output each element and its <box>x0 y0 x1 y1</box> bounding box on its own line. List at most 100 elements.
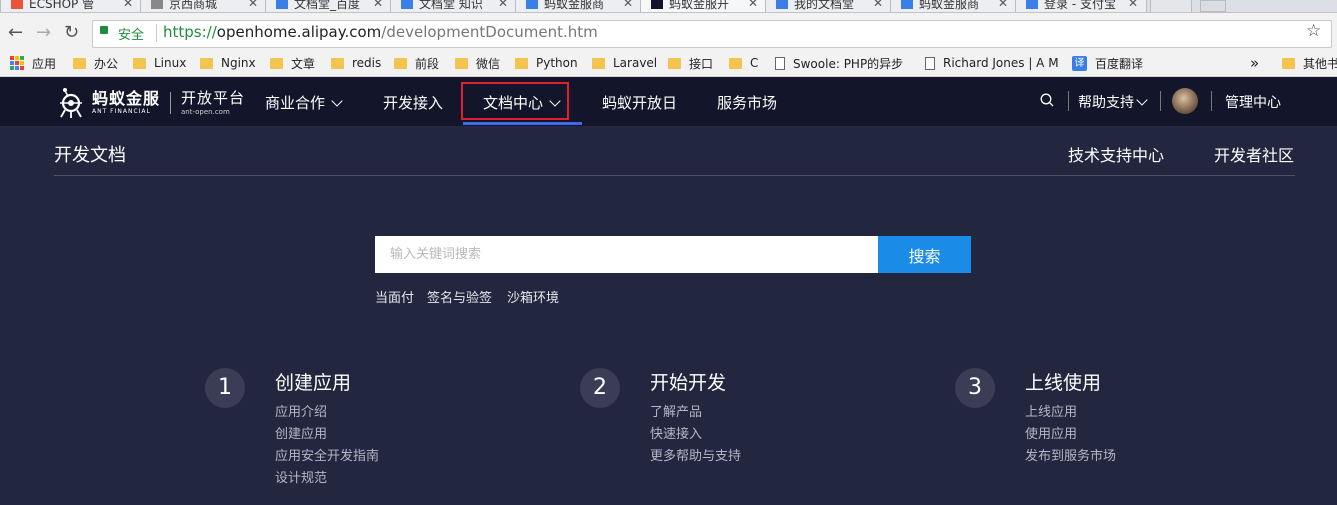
bookmark-label: 接口 <box>689 56 714 71</box>
url-text[interactable]: https://openhome.alipay.com/developmentD… <box>163 23 598 41</box>
tab-close-icon[interactable]: ✕ <box>248 0 258 10</box>
folder-icon <box>1282 57 1295 69</box>
other-bookmarks[interactable]: 其他书 <box>1282 54 1337 72</box>
step-number: 3 <box>955 368 995 408</box>
browser-tab[interactable]: ECSHOP 管 ✕ <box>0 0 142 12</box>
help-support-label: 帮助支持 <box>1078 95 1134 111</box>
browser-tab[interactable]: 蚂蚁金服商 ✕ <box>890 0 1017 12</box>
nav-item-business[interactable]: 商业合作 <box>265 92 343 113</box>
tab-close-icon[interactable]: ✕ <box>623 0 633 10</box>
bookmark-folder[interactable]: 文章 <box>270 54 315 72</box>
bookmark-label: C <box>750 56 759 70</box>
nav-item-dev-access[interactable]: 开发接入 <box>383 92 443 113</box>
bookmarks-bar: 应用 办公 Linux Nginx 文章 redis 前段 微信 Python … <box>0 50 1337 77</box>
bookmark-apps[interactable]: 应用 <box>10 54 56 72</box>
platform-name: 开放平台 ant-open.com <box>181 90 245 116</box>
folder-icon <box>592 57 605 69</box>
step-link[interactable]: 创建应用 <box>275 423 327 442</box>
browser-tab[interactable]: 文档堂_百度 ✕ <box>265 0 392 12</box>
tab-favicon <box>401 0 413 9</box>
reload-icon[interactable]: ↻ <box>64 22 79 43</box>
bookmark-star-icon[interactable]: ☆ <box>1306 21 1321 41</box>
tab-favicon <box>276 0 288 9</box>
avatar[interactable] <box>1172 88 1198 114</box>
tab-label: 我的文档堂 <box>794 0 855 11</box>
bookmark-folder[interactable]: Python <box>515 54 578 72</box>
bookmark-folder[interactable]: 接口 <box>668 54 713 72</box>
step-number: 2 <box>580 368 620 408</box>
step-link[interactable]: 应用介绍 <box>275 401 327 420</box>
hot-keyword-link[interactable]: 当面付 <box>375 287 414 306</box>
tab-close-icon[interactable]: ✕ <box>498 0 508 10</box>
browser-tab[interactable]: 蚂蚁金服商 ✕ <box>515 0 642 12</box>
bookmark-folder[interactable]: redis <box>331 54 381 72</box>
tab-label: 文档堂 知识 <box>419 0 483 11</box>
new-tab-button[interactable] <box>1150 0 1192 12</box>
forward-arrow-icon[interactable]: → <box>36 22 51 43</box>
hot-keyword-link[interactable]: 签名与验签 <box>427 287 492 306</box>
bookmark-page[interactable]: 译百度翻译 <box>1072 54 1143 72</box>
browser-tab-strip: ECSHOP 管 ✕ 京西商城 ✕ 文档堂_百度 ✕ 文档堂 知识 ✕ 蚂蚁金服商 ✕ 蚂… <box>0 0 1337 13</box>
admin-center-link[interactable]: 管理中心 <box>1225 92 1281 112</box>
browser-tab[interactable]: 文档堂 知识 ✕ <box>390 0 517 12</box>
bookmark-folder[interactable]: Laravel <box>592 54 657 72</box>
step-link[interactable]: 发布到服务市场 <box>1025 445 1116 464</box>
tab-close-icon[interactable]: ✕ <box>123 0 133 10</box>
hot-keyword-link[interactable]: 沙箱环境 <box>507 287 559 306</box>
nav-item-marketplace[interactable]: 服务市场 <box>717 92 777 113</box>
bookmark-folder[interactable]: Linux <box>133 54 186 72</box>
bookmark-folder[interactable]: 前段 <box>394 54 439 72</box>
bookmark-label: Swoole: PHP的异步 <box>793 56 904 71</box>
bookmark-page[interactable]: Richard Jones | A M <box>925 54 1059 72</box>
step-link[interactable]: 设计规范 <box>275 467 327 486</box>
nav-item-label: 商业合作 <box>265 94 326 112</box>
bookmark-label: Laravel <box>613 56 658 70</box>
bookmark-label: 微信 <box>476 56 501 71</box>
search-icon[interactable] <box>1040 93 1054 107</box>
browser-tab[interactable]: 登录 - 支付宝 ✕ <box>1015 0 1147 12</box>
step-link[interactable]: 快速接入 <box>650 423 702 442</box>
secure-label: 安全 <box>118 28 145 43</box>
tab-close-icon[interactable]: ✕ <box>1128 0 1138 10</box>
step-link[interactable]: 上线应用 <box>1025 401 1077 420</box>
step-link[interactable]: 了解产品 <box>650 401 702 420</box>
browser-tab[interactable]: 京西商城 ✕ <box>140 0 267 12</box>
logo-divider <box>170 92 172 114</box>
bookmark-folder[interactable]: Nginx <box>200 54 256 72</box>
tab-close-icon[interactable]: ✕ <box>998 0 1008 10</box>
tab-favicon <box>776 0 788 9</box>
step-link[interactable]: 使用应用 <box>1025 423 1077 442</box>
bookmark-page[interactable]: Swoole: PHP的异步 <box>775 54 903 72</box>
doc-search-input[interactable] <box>375 236 878 273</box>
bookmark-label: Python <box>536 56 578 70</box>
bookmark-folder[interactable]: 微信 <box>455 54 500 72</box>
developer-community-link[interactable]: 开发者社区 <box>1214 142 1294 166</box>
tab-label: 蚂蚁金服开 <box>669 0 730 11</box>
tech-support-link[interactable]: 技术支持中心 <box>1068 142 1164 166</box>
tab-label: ECSHOP 管 <box>29 0 95 11</box>
tab-label: 蚂蚁金服商 <box>544 0 605 11</box>
tab-favicon <box>526 0 538 9</box>
back-arrow-icon[interactable]: ← <box>8 22 23 43</box>
header-divider <box>1160 91 1161 111</box>
chevron-down-icon <box>1136 94 1148 106</box>
more-bookmarks-button[interactable]: » <box>1250 54 1259 72</box>
browser-tab-active[interactable]: 蚂蚁金服开 ✕ <box>640 0 767 12</box>
folder-icon <box>133 57 146 69</box>
browser-tab[interactable]: 我的文档堂 ✕ <box>765 0 892 12</box>
folder-icon <box>394 57 407 69</box>
site-logo[interactable]: 蚂蚁金服 ANT FINANCIAL 开放平台 ant-open.com <box>54 80 245 126</box>
search-button[interactable]: 搜索 <box>878 236 971 273</box>
nav-item-open-day[interactable]: 蚂蚁开放日 <box>602 92 677 113</box>
bookmark-folder[interactable]: C <box>729 54 758 72</box>
tab-label: 登录 - 支付宝 <box>1044 0 1116 11</box>
step-link[interactable]: 应用安全开发指南 <box>275 445 379 464</box>
window-minimize-button[interactable] <box>1200 0 1226 12</box>
tab-close-icon[interactable]: ✕ <box>373 0 383 10</box>
tab-close-icon[interactable]: ✕ <box>873 0 883 10</box>
help-support-menu[interactable]: 帮助支持 <box>1078 92 1148 112</box>
step-link[interactable]: 更多帮助与支持 <box>650 445 741 464</box>
bookmark-label: 百度翻译 <box>1095 56 1144 71</box>
tab-close-icon[interactable]: ✕ <box>748 0 758 10</box>
bookmark-folder[interactable]: 办公 <box>73 54 118 72</box>
